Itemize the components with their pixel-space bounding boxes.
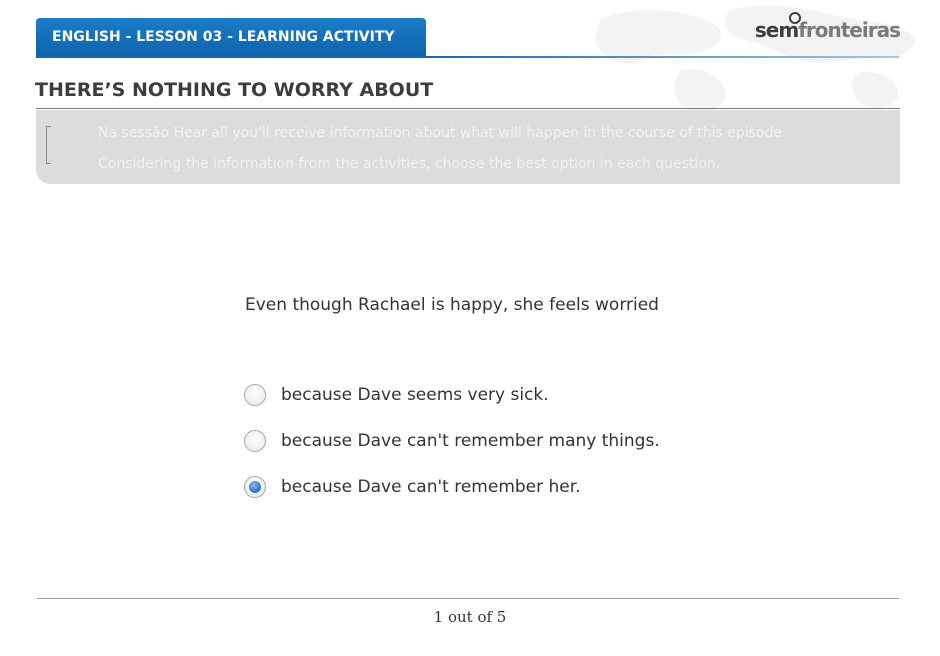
- pagination-indicator: 1 out of 5: [433, 608, 507, 626]
- answer-option-label[interactable]: because Dave seems very sick.: [281, 385, 549, 405]
- answer-option-2[interactable]: because Dave can't remember many things.: [244, 428, 660, 454]
- instructions-panel: Na sessão Hear all you'll receive inform…: [36, 110, 900, 184]
- radio-button[interactable]: [244, 430, 266, 452]
- answer-option-1[interactable]: because Dave seems very sick.: [244, 382, 549, 408]
- title-divider: [36, 108, 900, 109]
- answer-option-label[interactable]: because Dave can't remember her.: [281, 477, 581, 497]
- instructions-text: Na sessão Hear all you'll receive inform…: [98, 125, 787, 172]
- radio-button[interactable]: [244, 384, 266, 406]
- brand-logo-part2: fronteiras: [798, 18, 901, 42]
- lesson-tab: ENGLISH - LESSON 03 - LEARNING ACTIVITY: [36, 18, 426, 57]
- lesson-label: ENGLISH - LESSON 03 - LEARNING ACTIVITY: [52, 29, 395, 45]
- answer-option-3[interactable]: because Dave can't remember her.: [244, 474, 581, 500]
- footer-divider: [37, 598, 899, 599]
- location-pin-icon: [788, 12, 801, 24]
- brand-logo: semfronteiras: [755, 12, 901, 46]
- bracket-icon: [46, 126, 51, 164]
- answer-option-label[interactable]: because Dave can't remember many things.: [281, 431, 660, 451]
- page-title: THERE’S NOTHING TO WORRY ABOUT: [35, 79, 434, 101]
- radio-button-selected[interactable]: [244, 476, 266, 498]
- question-prompt: Even though Rachael is happy, she feels …: [245, 295, 659, 315]
- header-divider: [36, 56, 899, 58]
